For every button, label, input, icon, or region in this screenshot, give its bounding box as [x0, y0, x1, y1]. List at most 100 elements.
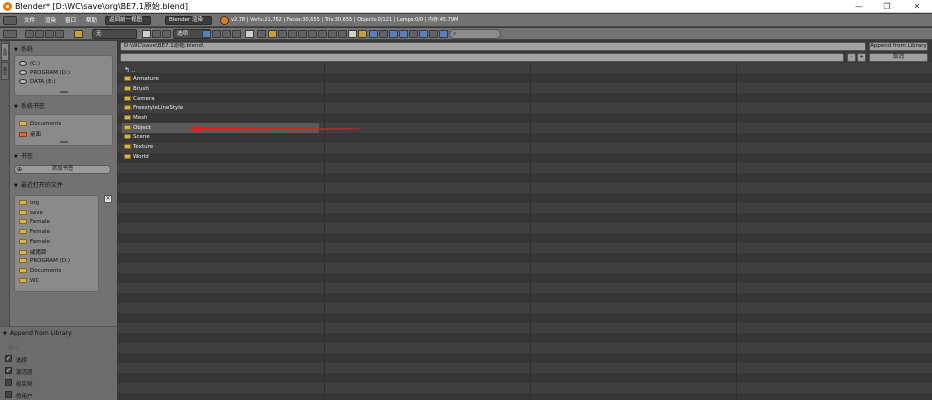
- system-bookmarks-header[interactable]: ▼ 系统书签: [14, 101, 45, 110]
- list-item[interactable]: Female: [19, 239, 50, 245]
- forward-icon[interactable]: [35, 30, 44, 38]
- folder-icon: [19, 268, 27, 273]
- collapse-triangle-icon: ▼: [14, 183, 18, 189]
- hide-dot-files-icon[interactable]: [245, 30, 254, 38]
- short-list-icon[interactable]: [142, 30, 151, 38]
- list-item[interactable]: Scene: [124, 132, 150, 142]
- filter-image-icon[interactable]: [298, 30, 307, 38]
- list-item[interactable]: Female: [19, 229, 50, 235]
- collapse-triangle-icon: ▼: [14, 104, 18, 110]
- decrement-button[interactable]: -: [847, 53, 856, 62]
- list-item[interactable]: Brush: [124, 84, 149, 94]
- filter-backup-icon[interactable]: [288, 30, 297, 38]
- tab-system[interactable]: 系统: [1, 43, 9, 61]
- filter-folder-icon[interactable]: [268, 30, 277, 38]
- fake-user-checkbox[interactable]: [5, 391, 12, 398]
- long-list-icon[interactable]: [152, 30, 161, 38]
- list-item[interactable]: Female: [19, 219, 50, 225]
- parent-dir-icon[interactable]: [45, 30, 54, 38]
- recursion-select[interactable]: 无: [92, 29, 137, 39]
- thumbnails-icon[interactable]: [162, 30, 171, 38]
- append-options-header[interactable]: ▼ Append from Library: [3, 330, 72, 337]
- folder-icon: [124, 115, 131, 120]
- list-item[interactable]: FreestyleLineStyle: [124, 103, 183, 113]
- menu-window[interactable]: 窗口: [65, 16, 76, 24]
- list-item[interactable]: DATA (E:): [19, 79, 56, 85]
- list-item[interactable]: PROGRAM (D:): [19, 70, 70, 76]
- menu-help[interactable]: 帮助: [86, 16, 97, 24]
- filename-field[interactable]: [120, 53, 844, 62]
- filter-id-world-icon[interactable]: [429, 30, 438, 38]
- list-item[interactable]: Mesh: [124, 113, 147, 123]
- list-item[interactable]: Documents: [19, 121, 61, 127]
- menu-render[interactable]: 渲染: [45, 16, 56, 24]
- column-separator: [530, 63, 531, 400]
- filter-movie-icon[interactable]: [308, 30, 317, 38]
- close-window-button[interactable]: ✕: [910, 1, 924, 12]
- resize-grip[interactable]: [60, 91, 68, 93]
- list-item[interactable]: WC: [19, 278, 39, 284]
- list-item[interactable]: Documents: [19, 268, 61, 274]
- clear-recent-button[interactable]: ✕: [104, 195, 112, 203]
- list-item[interactable]: org: [19, 200, 39, 206]
- active-layer-checkbox[interactable]: ✓: [5, 367, 12, 374]
- add-bookmark-button[interactable]: ⊕ 添加书签: [14, 165, 111, 174]
- filter-id-camera-icon[interactable]: [439, 30, 448, 38]
- cancel-button[interactable]: 取消: [869, 53, 928, 62]
- select-checkbox[interactable]: ✓: [5, 355, 12, 362]
- folder-icon: [19, 258, 27, 263]
- restore-button[interactable]: ❐: [880, 1, 894, 12]
- append-from-library-button[interactable]: Append from Library: [869, 42, 928, 51]
- refresh-icon[interactable]: [55, 30, 64, 38]
- red-arrow-annotation: [189, 125, 361, 133]
- filter-id-mesh-icon[interactable]: [389, 30, 398, 38]
- filter-blend-icon[interactable]: [278, 30, 287, 38]
- filter-id-object-icon[interactable]: [379, 30, 388, 38]
- sort-alpha-icon[interactable]: [202, 30, 211, 38]
- filter-text-icon[interactable]: [348, 30, 357, 38]
- filter-blender-icon[interactable]: [358, 30, 367, 38]
- filter-id-texture-icon[interactable]: [409, 30, 418, 38]
- back-icon[interactable]: [25, 30, 34, 38]
- list-item[interactable]: 咸猪蹄: [19, 248, 47, 256]
- list-item[interactable]: World: [124, 152, 149, 162]
- list-item[interactable]: PROGRAM (D:): [19, 258, 70, 264]
- disk-icon: [19, 70, 27, 75]
- tab-recent[interactable]: 最近: [1, 62, 9, 80]
- filter-icon[interactable]: [257, 30, 266, 38]
- directory-path-field[interactable]: D:\WC\save\BE7.1原始.blend\: [120, 42, 866, 51]
- list-item[interactable]: (C:): [19, 61, 40, 67]
- recent-files-header[interactable]: ▼ 最近打开的文件: [14, 180, 63, 189]
- editor-type-icon[interactable]: [3, 30, 17, 38]
- system-panel-header[interactable]: ▼ 系统: [14, 44, 33, 53]
- select-label: 选择: [16, 358, 28, 364]
- info-header: 文件 渲染 窗口 帮助 返回前一视图 Blender 渲染 v2.78 | Ve…: [0, 14, 932, 27]
- back-to-previous-button[interactable]: 返回前一视图: [105, 16, 151, 25]
- render-engine-select[interactable]: Blender 渲染: [165, 16, 212, 25]
- minimize-button[interactable]: —: [852, 1, 866, 12]
- search-field[interactable]: ⌕: [449, 29, 501, 39]
- new-folder-icon[interactable]: [74, 30, 83, 38]
- menu-file[interactable]: 文件: [24, 16, 35, 24]
- filter-id-lamp-icon[interactable]: [419, 30, 428, 38]
- filter-font-icon[interactable]: [328, 30, 337, 38]
- list-item[interactable]: Texture: [124, 142, 153, 152]
- sort-time-icon[interactable]: [222, 30, 231, 38]
- bookmarks-header[interactable]: ▼ 书签: [14, 151, 33, 160]
- filter-script-icon[interactable]: [318, 30, 327, 38]
- filter-id-scene-icon[interactable]: [369, 30, 378, 38]
- instance-groups-checkbox[interactable]: [5, 379, 12, 386]
- sort-size-icon[interactable]: [232, 30, 241, 38]
- editor-type-icon[interactable]: [3, 16, 17, 25]
- list-item[interactable]: save: [19, 210, 43, 216]
- filter-sound-icon[interactable]: [338, 30, 347, 38]
- list-item[interactable]: 桌面: [19, 130, 41, 138]
- folder-icon: [124, 134, 131, 139]
- resize-grip[interactable]: [60, 141, 68, 143]
- file-browser-header: 无 选项 ⌕: [0, 28, 932, 40]
- filter-id-material-icon[interactable]: [399, 30, 408, 38]
- sort-ext-icon[interactable]: [212, 30, 221, 38]
- search-icon: ⌕: [453, 30, 457, 37]
- list-item[interactable]: Armature: [124, 74, 159, 84]
- increment-button[interactable]: +: [857, 53, 866, 62]
